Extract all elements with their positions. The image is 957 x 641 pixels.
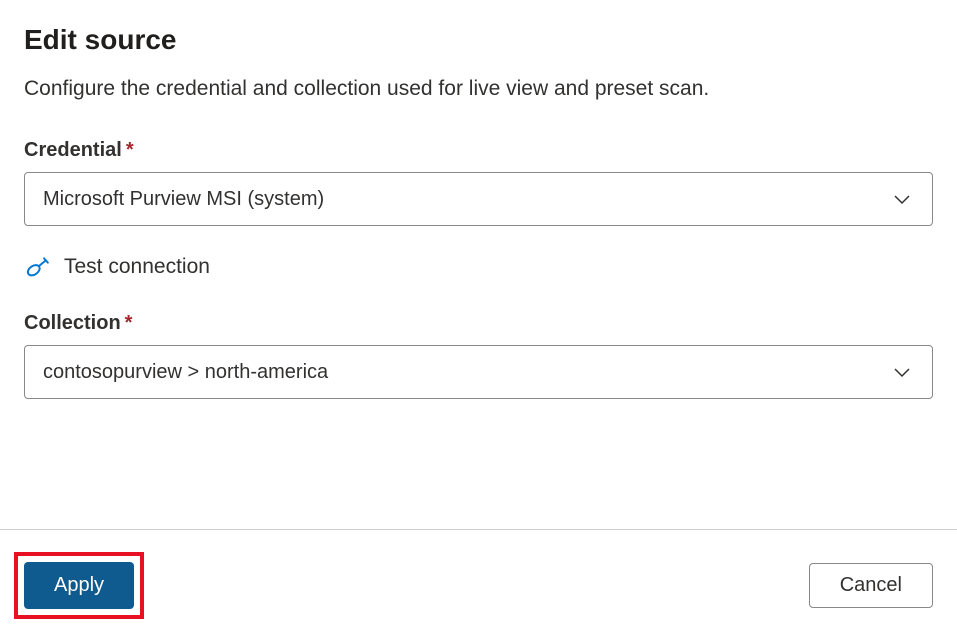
credential-value: Microsoft Purview MSI (system): [43, 188, 324, 211]
credential-label: Credential*: [24, 139, 933, 162]
credential-label-text: Credential: [24, 139, 122, 161]
apply-button[interactable]: Apply: [24, 562, 134, 609]
collection-value: contosopurview > north-america: [43, 361, 328, 384]
collection-label-text: Collection: [24, 312, 121, 334]
chevron-down-icon: [890, 360, 914, 384]
collection-label: Collection*: [24, 312, 933, 335]
chevron-down-icon: [890, 187, 914, 211]
page-description: Configure the credential and collection …: [24, 74, 933, 103]
plug-icon: [24, 254, 50, 280]
footer: Apply Cancel: [0, 529, 957, 641]
cancel-button[interactable]: Cancel: [809, 563, 933, 608]
credential-dropdown[interactable]: Microsoft Purview MSI (system): [24, 172, 933, 226]
test-connection-link[interactable]: Test connection: [24, 254, 210, 280]
required-indicator: *: [125, 312, 133, 334]
required-indicator: *: [126, 139, 134, 161]
page-title: Edit source: [24, 24, 933, 56]
apply-button-highlight: Apply: [14, 552, 144, 619]
test-connection-label: Test connection: [64, 255, 210, 279]
collection-dropdown[interactable]: contosopurview > north-america: [24, 345, 933, 399]
